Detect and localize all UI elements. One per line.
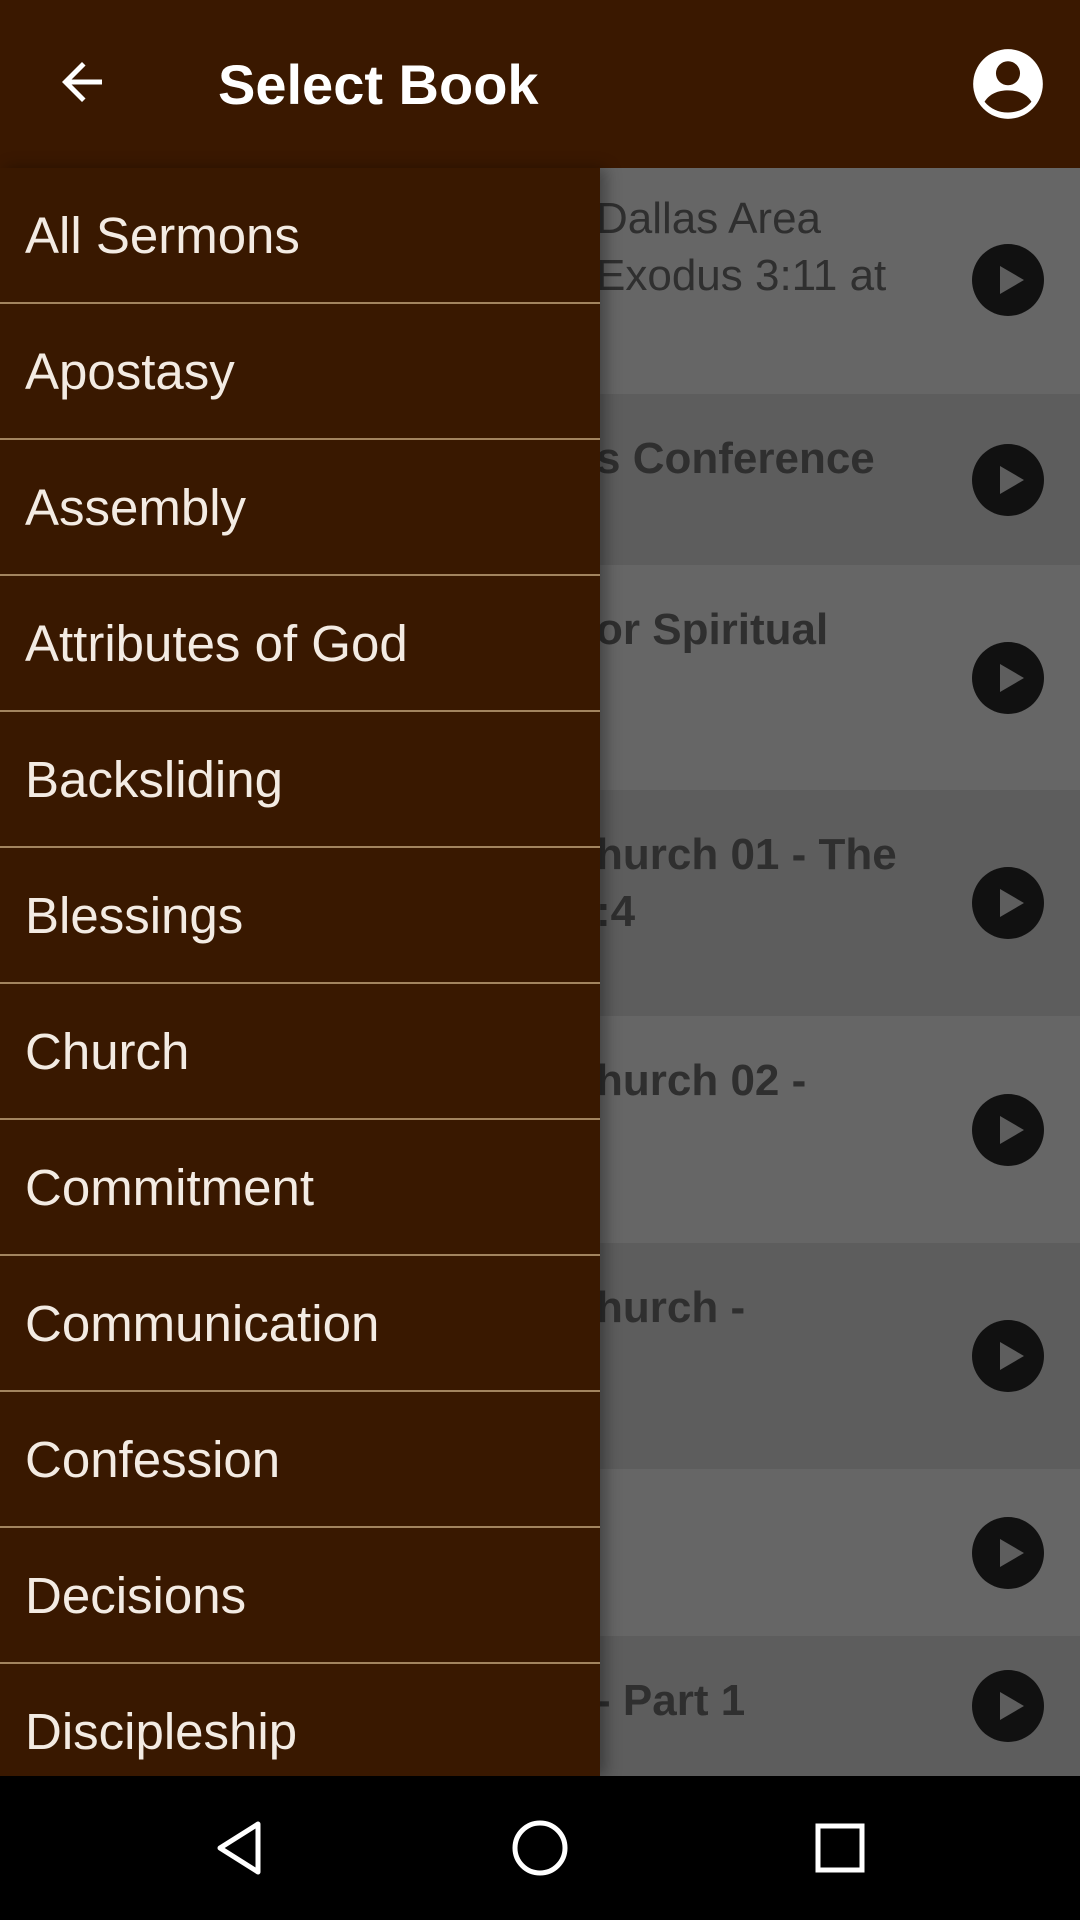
drawer-item-label: Confession [25, 1430, 281, 1488]
account-button[interactable] [970, 46, 1046, 122]
drawer-item[interactable]: Apostasy [0, 304, 600, 440]
play-button[interactable] [972, 1670, 1044, 1742]
drawer-item[interactable]: Attributes of God [0, 576, 600, 712]
drawer-item-label: All Sermons [25, 206, 300, 264]
play-button[interactable] [972, 1094, 1044, 1166]
book-drawer: All Sermons Apostasy Assembly Attributes of… [0, 168, 600, 1776]
play-button[interactable] [972, 244, 1044, 316]
play-button[interactable] [972, 642, 1044, 714]
sermon-title: s Conference [596, 434, 875, 483]
drawer-item-label: Church [25, 1022, 190, 1080]
app-bar: Select Book [0, 0, 1080, 168]
drawer-item-label: Blessings [25, 886, 244, 944]
sermon-title: hurch - [596, 1283, 746, 1332]
play-button[interactable] [972, 867, 1044, 939]
drawer-item-label: Backsliding [25, 750, 283, 808]
nav-home-button[interactable] [510, 1818, 570, 1878]
play-button[interactable] [972, 444, 1044, 516]
sermon-title: Dallas Area [596, 194, 822, 243]
sermon-title: hurch 01 - The [596, 830, 897, 879]
drawer-item-label: Communication [25, 1294, 380, 1352]
account-circle-icon [973, 49, 1043, 119]
drawer-item[interactable]: Commitment [0, 1120, 600, 1256]
sermon-title: hurch 02 - [596, 1056, 807, 1105]
arrow-left-icon [62, 62, 102, 102]
back-button[interactable] [52, 52, 112, 112]
drawer-item-label: Decisions [25, 1566, 247, 1624]
nav-recents-button[interactable] [810, 1818, 870, 1878]
drawer-item[interactable]: All Sermons [0, 168, 600, 304]
drawer-item-label: Assembly [25, 478, 247, 536]
sermon-title: or Spiritual [596, 605, 829, 654]
system-nav-bar [0, 1776, 1080, 1920]
sermon-title: :4 [596, 887, 636, 936]
drawer-item-label: Discipleship [25, 1702, 298, 1760]
drawer-item[interactable]: Backsliding [0, 712, 600, 848]
drawer-item-label: Attributes of God [25, 614, 408, 672]
drawer-item[interactable]: Communication [0, 1256, 600, 1392]
play-button[interactable] [972, 1320, 1044, 1392]
triangle-back-icon [217, 1821, 261, 1875]
nav-back-button[interactable] [210, 1818, 270, 1878]
drawer-item[interactable]: Church [0, 984, 600, 1120]
square-recents-icon [815, 1823, 865, 1873]
drawer-item[interactable]: Discipleship [0, 1664, 600, 1776]
sermon-title: Exodus 3:11 at [596, 251, 887, 300]
drawer-item-label: Commitment [25, 1158, 315, 1216]
circle-home-icon [512, 1820, 568, 1876]
drawer-item[interactable]: Blessings [0, 848, 600, 984]
drawer-item[interactable]: Decisions [0, 1528, 600, 1664]
play-button[interactable] [972, 1517, 1044, 1589]
drawer-item-label: Apostasy [25, 342, 235, 400]
sermon-title: - Part 1 [596, 1676, 746, 1725]
drawer-item[interactable]: Assembly [0, 440, 600, 576]
drawer-item[interactable]: Confession [0, 1392, 600, 1528]
page-title: Select Book [218, 53, 539, 116]
